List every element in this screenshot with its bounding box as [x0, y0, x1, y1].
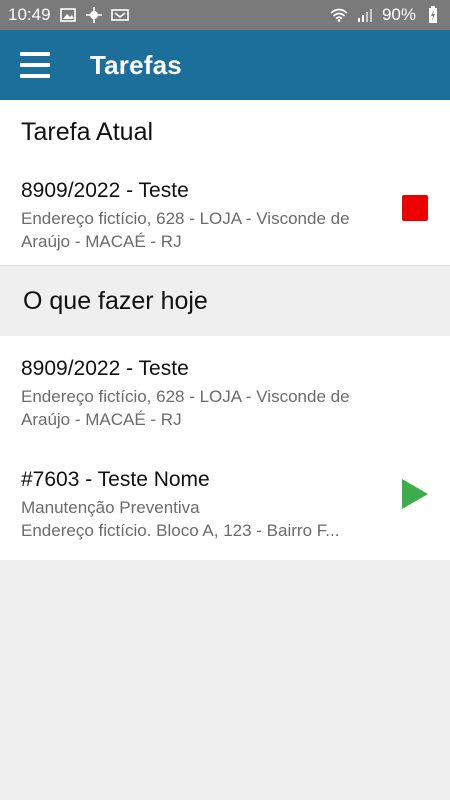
page-title: Tarefas	[90, 49, 182, 80]
today-task-list: 8909/2022 - Teste Endereço fictício, 628…	[0, 336, 450, 560]
task-title: 8909/2022 - Teste	[21, 357, 189, 380]
task-title: #7603 - Teste Nome	[21, 468, 210, 491]
list-item[interactable]: #7603 - Teste Nome Manutenção Preventiva…	[0, 449, 450, 560]
hamburger-menu-icon[interactable]	[20, 52, 50, 78]
play-icon[interactable]	[402, 479, 428, 509]
task-type: Manutenção Preventiva	[21, 498, 200, 517]
current-task-item[interactable]: 8909/2022 - Teste Endereço fictício, 628…	[0, 164, 450, 265]
current-task-section: Tarefa Atual 8909/2022 - Teste Endereço …	[0, 100, 450, 265]
notification-icon	[110, 7, 129, 23]
status-bar: 10:49 90%	[0, 0, 450, 30]
battery-charging-icon	[424, 6, 442, 23]
section-header-today: O que fazer hoje	[0, 266, 450, 336]
task-title: 8909/2022 - Teste	[21, 179, 189, 202]
task-address: Endereço fictício. Bloco A, 123 - Bairro…	[21, 521, 340, 540]
app-bar: Tarefas	[0, 30, 450, 100]
stop-icon[interactable]	[402, 195, 428, 221]
image-icon	[59, 7, 77, 23]
gps-icon	[85, 7, 103, 23]
wifi-icon	[330, 7, 348, 23]
signal-icon	[356, 7, 374, 23]
section-header-current-task: Tarefa Atual	[21, 117, 154, 146]
task-address: Endereço fictício, 628 - LOJA - Visconde…	[21, 209, 350, 251]
task-address: Endereço fictício, 628 - LOJA - Visconde…	[21, 387, 350, 429]
battery-percentage: 90%	[381, 5, 416, 24]
status-time: 10:49	[8, 5, 51, 24]
list-item[interactable]: 8909/2022 - Teste Endereço fictício, 628…	[0, 336, 450, 449]
